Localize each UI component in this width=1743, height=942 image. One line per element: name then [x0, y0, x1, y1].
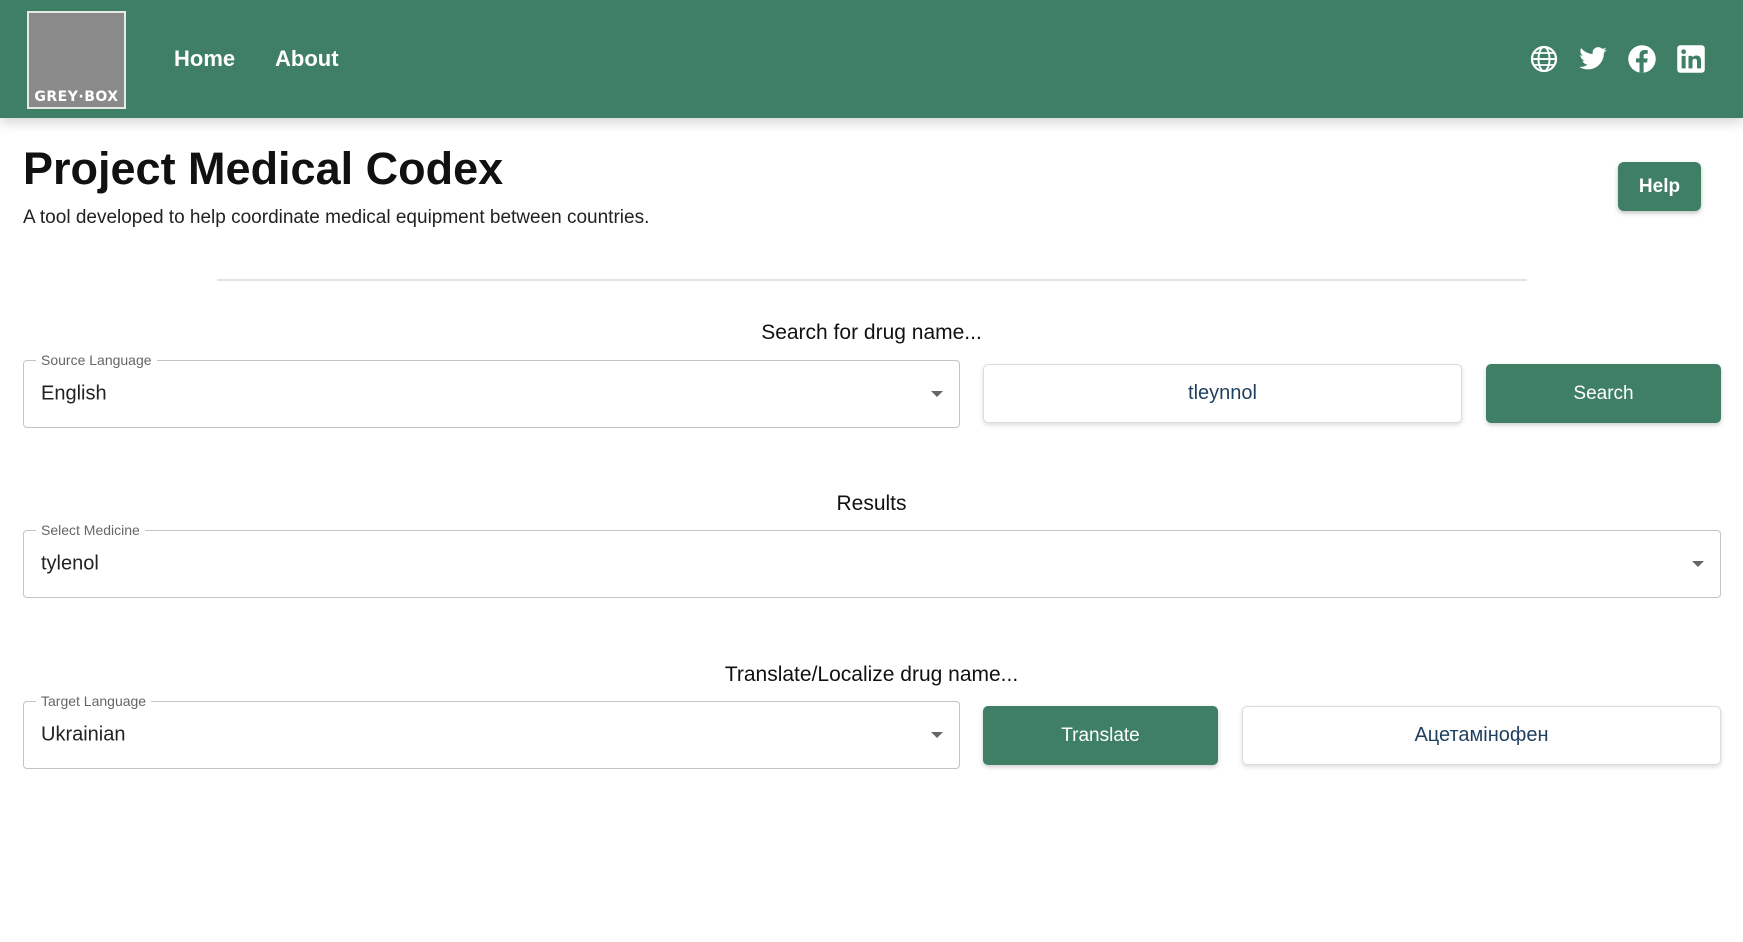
- drug-search-input[interactable]: [983, 364, 1462, 423]
- page-title: Project Medical Codex: [23, 143, 504, 194]
- top-navbar: GREY·BOX Home About: [0, 0, 1743, 118]
- logo-text: GREY·BOX: [34, 89, 119, 105]
- target-language-value: Ukrainian: [41, 723, 126, 746]
- translate-heading: Translate/Localize drug name...: [724, 663, 1019, 686]
- page-subtitle: A tool developed to help coordinate medi…: [23, 207, 650, 228]
- results-heading: Results: [836, 492, 907, 515]
- source-language-value: English: [41, 382, 107, 405]
- linkedin-icon[interactable]: [1676, 44, 1706, 74]
- globe-icon[interactable]: [1529, 44, 1559, 74]
- select-medicine-value: tylenol: [41, 552, 99, 575]
- chevron-down-icon: [1692, 561, 1704, 567]
- chevron-down-icon: [931, 732, 943, 738]
- facebook-icon[interactable]: [1627, 44, 1657, 74]
- select-medicine-label: Select Medicine: [36, 521, 145, 539]
- target-language-select[interactable]: Target Language Ukrainian: [23, 692, 960, 769]
- nav-about-link[interactable]: About: [275, 46, 339, 72]
- target-language-label: Target Language: [36, 692, 152, 710]
- twitter-icon[interactable]: [1578, 44, 1608, 74]
- grey-box-logo[interactable]: GREY·BOX: [27, 11, 126, 109]
- translate-button[interactable]: Translate: [983, 706, 1218, 765]
- source-language-label: Source Language: [36, 351, 157, 369]
- help-button[interactable]: Help: [1618, 162, 1701, 211]
- search-button[interactable]: Search: [1486, 364, 1721, 423]
- source-language-select[interactable]: Source Language English: [23, 351, 960, 428]
- chevron-down-icon: [931, 391, 943, 397]
- nav-home-link[interactable]: Home: [174, 46, 235, 72]
- divider: [217, 279, 1527, 281]
- select-medicine-select[interactable]: Select Medicine tylenol: [23, 521, 1721, 598]
- translation-output[interactable]: [1242, 706, 1721, 765]
- search-heading: Search for drug name...: [761, 321, 982, 344]
